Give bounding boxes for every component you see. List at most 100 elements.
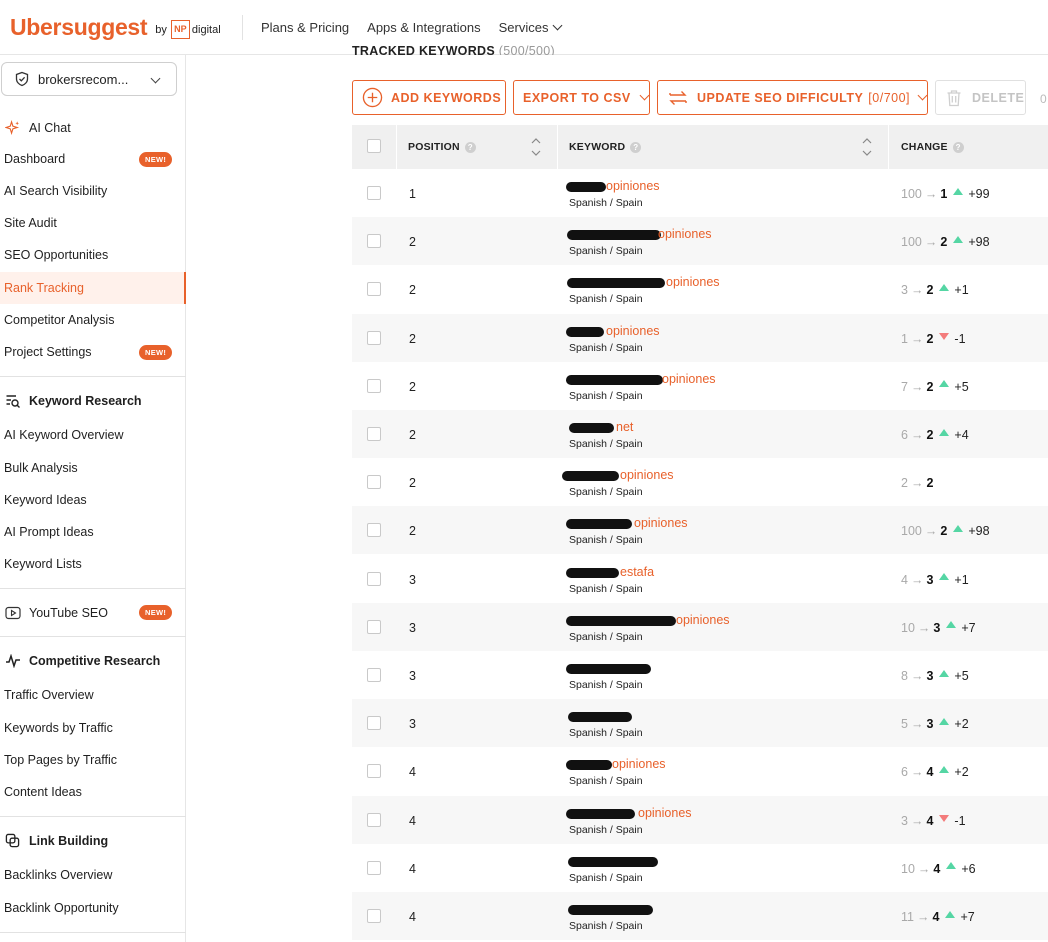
ubersuggest-logo[interactable]: Ubersuggest by NP digital (10, 14, 221, 41)
export-csv-button[interactable]: EXPORT TO CSV (513, 80, 650, 115)
delete-button[interactable]: DELETE (935, 80, 1026, 115)
update-seo-difficulty-button[interactable]: UPDATE SEO DIFFICULTY [0/700] (657, 80, 928, 115)
table-row[interactable]: 2 opiniones Spanish / Spain 3 → 2 +1 (352, 265, 1048, 313)
sidebar-item-content-ideas[interactable]: Content Ideas (4, 785, 82, 799)
row-checkbox[interactable] (367, 378, 381, 393)
row-checkbox[interactable] (367, 523, 381, 538)
nav-services[interactable]: Services (499, 20, 563, 35)
row-checkbox[interactable] (367, 812, 381, 827)
change-to: 4 (926, 765, 934, 780)
table-row[interactable]: 4 Spanish / Spain 10 → 4 +6 (352, 844, 1048, 892)
keyword-link[interactable]: opiniones (676, 613, 730, 627)
table-row[interactable]: 2 net Spanish / Spain 6 → 2 +4 (352, 410, 1048, 458)
triangle-up-icon (939, 283, 950, 291)
keyword-link[interactable]: net (616, 420, 633, 434)
add-keywords-button[interactable]: ADD KEYWORDS (352, 80, 506, 115)
table-row[interactable]: 2 opiniones Spanish / Spain 100 → 2 +98 (352, 217, 1048, 266)
row-checkbox[interactable] (367, 619, 381, 634)
table-row[interactable]: 2 opiniones Spanish / Spain 2 → 2 (352, 458, 1048, 506)
column-header-position[interactable]: POSITION ? (408, 125, 476, 169)
project-select[interactable]: brokersrecom... (1, 62, 177, 96)
row-checkbox[interactable] (367, 282, 381, 297)
row-checkbox[interactable] (367, 860, 381, 875)
change-cell: 4 → 3 +1 (901, 573, 969, 587)
keyword-link[interactable]: opiniones (634, 516, 688, 530)
keyword-link[interactable]: opiniones (606, 179, 660, 193)
triangle-up-icon (946, 862, 957, 870)
sidebar-item-youtube-seo[interactable]: YouTube SEO (4, 604, 108, 621)
sidebar-item-competitor-analysis[interactable]: Competitor Analysis (4, 313, 114, 327)
row-checkbox[interactable] (367, 186, 381, 200)
sidebar-item-ai-prompt-ideas[interactable]: AI Prompt Ideas (4, 525, 94, 539)
row-checkbox[interactable] (367, 668, 381, 682)
nav-apps-integrations[interactable]: Apps & Integrations (367, 20, 480, 35)
keyword-link[interactable]: opiniones (658, 227, 712, 241)
sidebar-item-ai-chat[interactable]: AI Chat (4, 119, 71, 136)
section-link-building[interactable]: Link Building (4, 832, 108, 849)
keyword-language: Spanish / Spain (569, 438, 643, 450)
table-row[interactable]: 3 opiniones Spanish / Spain 10 → 3 +7 (352, 602, 1048, 651)
nav-plans-pricing[interactable]: Plans & Pricing (261, 20, 349, 35)
help-icon[interactable]: ? (952, 141, 964, 153)
section-competitive-research[interactable]: Competitive Research (4, 652, 160, 669)
arrow-right-icon: → (924, 235, 938, 250)
change-to: 3 (926, 572, 934, 587)
sort-icon[interactable] (862, 137, 872, 157)
sidebar-item-traffic-overview[interactable]: Traffic Overview (4, 688, 94, 702)
row-checkbox[interactable] (367, 909, 381, 923)
table-row[interactable]: 3 Spanish / Spain 8 → 3 +5 (352, 651, 1048, 699)
keyword-link[interactable]: opiniones (620, 468, 674, 482)
help-icon[interactable]: ? (630, 141, 642, 153)
row-checkbox[interactable] (367, 475, 381, 490)
triangle-up-icon (946, 621, 957, 629)
table-row[interactable]: 3 Spanish / Spain 5 → 3 +2 (352, 699, 1048, 748)
sidebar-item-bulk-analysis[interactable]: Bulk Analysis (4, 461, 78, 475)
table-row[interactable]: 1 opiniones Spanish / Spain 100 → 1 +99 (352, 169, 1048, 217)
keyword-link[interactable]: opiniones (606, 324, 660, 338)
row-checkbox[interactable] (367, 716, 381, 731)
sidebar-item-top-pages-by-traffic[interactable]: Top Pages by Traffic (4, 753, 117, 767)
sidebar-item-keyword-lists[interactable]: Keyword Lists (4, 557, 82, 571)
help-icon[interactable]: ? (464, 141, 476, 153)
keyword-link[interactable]: opiniones (612, 757, 666, 771)
keyword-link[interactable]: opiniones (662, 372, 716, 386)
column-header-change[interactable]: CHANGE ? (901, 125, 964, 169)
table-row[interactable]: 3 estafa Spanish / Spain 4 → 3 +1 (352, 555, 1048, 603)
keyword-link[interactable]: opiniones (638, 806, 692, 820)
table-row[interactable]: 2 opiniones Spanish / Spain 100 → 2 +98 (352, 506, 1048, 555)
sidebar-item-ai-keyword-overview[interactable]: AI Keyword Overview (4, 428, 123, 442)
sidebar-item-backlink-opportunity[interactable]: Backlink Opportunity (4, 901, 119, 915)
arrow-right-icon: → (910, 813, 924, 828)
table-row[interactable]: 4 opiniones Spanish / Spain 3 → 4 -1 (352, 795, 1048, 844)
keyword-link[interactable]: opiniones (666, 275, 720, 289)
keyword-language: Spanish / Spain (569, 775, 643, 788)
change-cell: 6 → 4 +2 (901, 765, 969, 779)
section-keyword-research[interactable]: Keyword Research (4, 392, 142, 409)
sidebar-item-keywords-by-traffic[interactable]: Keywords by Traffic (4, 721, 113, 735)
row-checkbox[interactable] (367, 764, 381, 779)
sidebar-item-backlinks-overview[interactable]: Backlinks Overview (4, 868, 112, 882)
sidebar-item-seo-opportunities[interactable]: SEO Opportunities (4, 248, 108, 262)
row-checkbox[interactable] (367, 571, 381, 586)
sidebar-item-project-settings[interactable]: Project Settings (4, 345, 92, 359)
sidebar-item-keyword-ideas[interactable]: Keyword Ideas (4, 493, 87, 507)
change-to: 3 (926, 717, 934, 732)
sidebar-item-site-audit[interactable]: Site Audit (4, 216, 57, 230)
keyword-link[interactable]: estafa (620, 565, 654, 579)
table-row[interactable]: 2 opiniones Spanish / Spain 7 → 2 +5 (352, 362, 1048, 410)
sidebar-item-dashboard[interactable]: Dashboard (4, 152, 65, 166)
sort-icon[interactable] (531, 137, 541, 157)
select-all-checkbox[interactable] (367, 139, 381, 153)
row-checkbox[interactable] (367, 330, 381, 345)
row-checkbox[interactable] (367, 234, 381, 249)
sidebar-item-ai-search-visibility[interactable]: AI Search Visibility (4, 184, 107, 198)
table-row[interactable]: 2 opiniones Spanish / Spain 1 → 2 -1 (352, 313, 1048, 362)
row-checkbox[interactable] (367, 427, 381, 441)
arrow-right-icon: → (910, 428, 924, 442)
table-row[interactable]: 4 opiniones Spanish / Spain 6 → 4 +2 (352, 747, 1048, 795)
triangle-up-icon (939, 380, 950, 388)
new-badge: NEW! (139, 152, 173, 167)
sidebar-item-rank-tracking[interactable]: Rank Tracking (0, 272, 186, 304)
table-row[interactable]: 4 Spanish / Spain 11 → 4 +7 (352, 892, 1048, 940)
column-header-keyword[interactable]: KEYWORD ? (569, 125, 642, 169)
